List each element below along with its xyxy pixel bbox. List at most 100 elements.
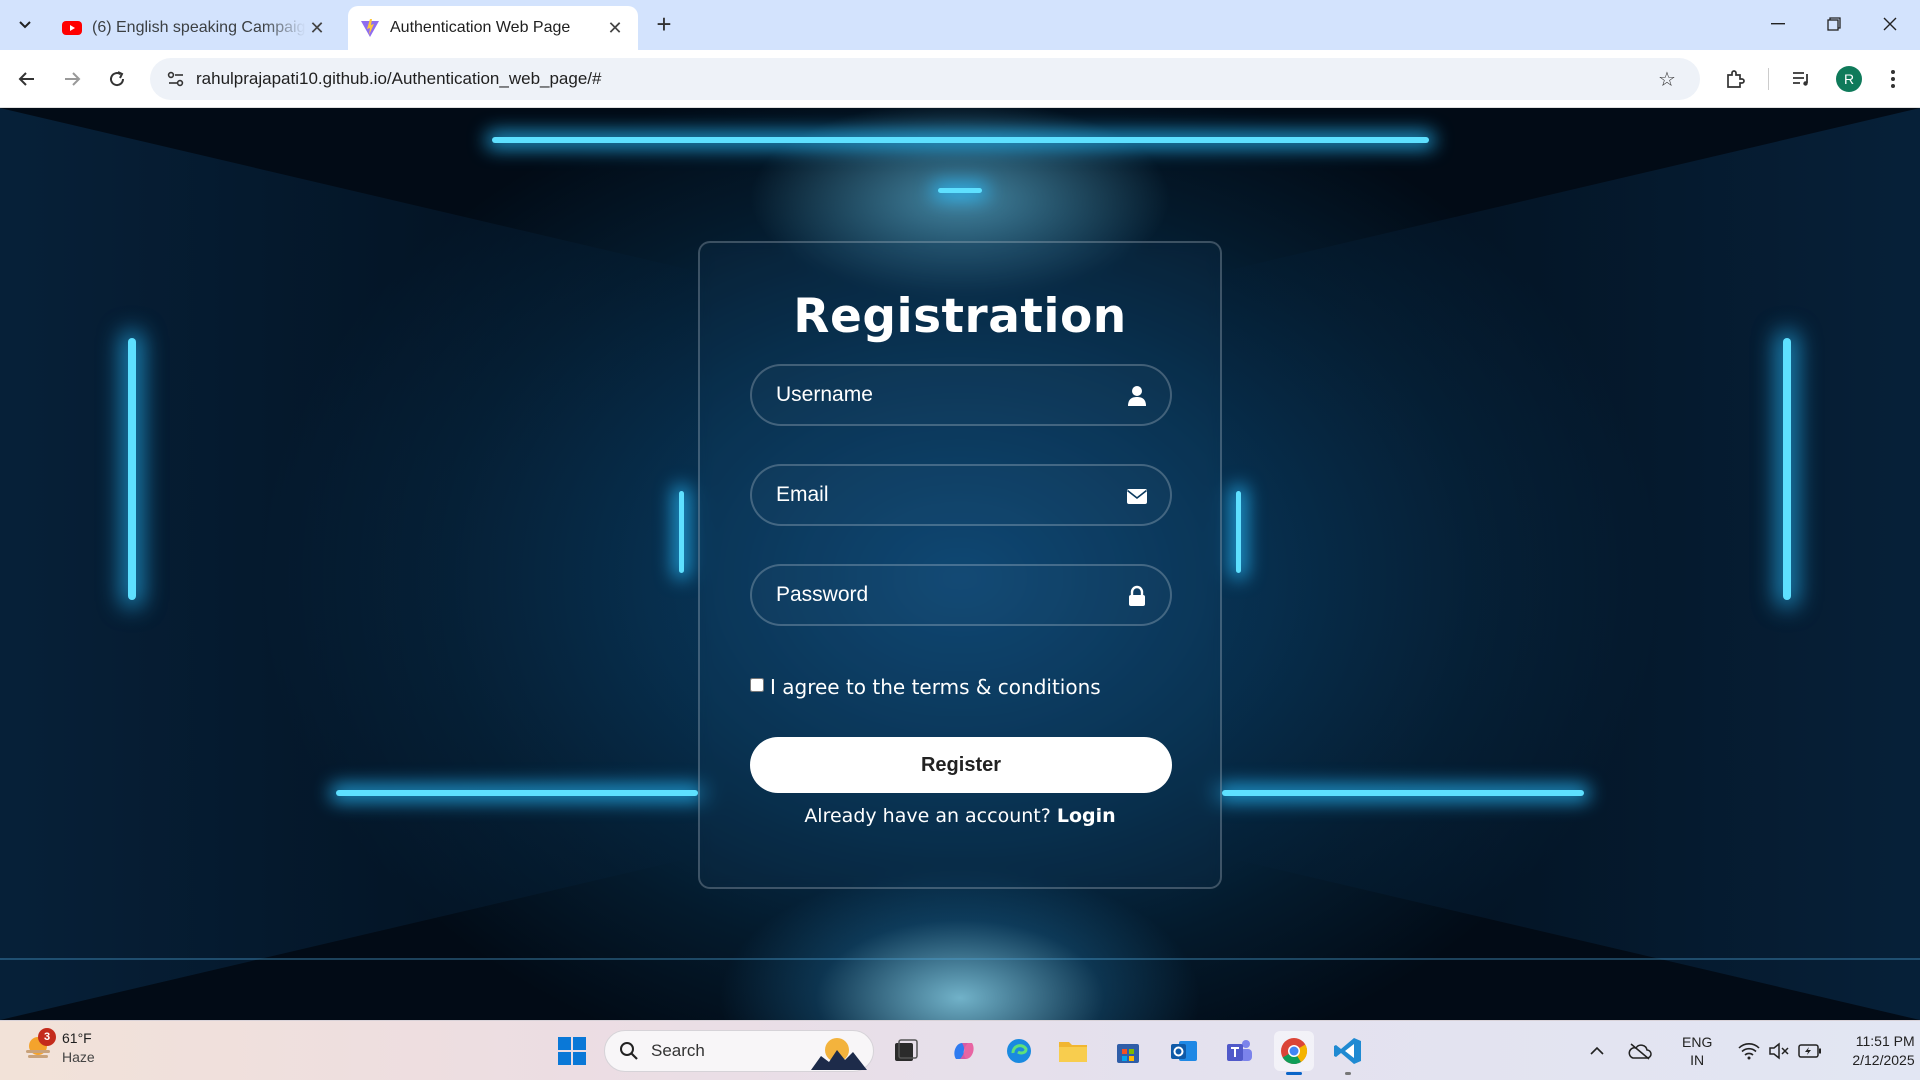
store-button[interactable]: [1108, 1031, 1148, 1071]
start-button[interactable]: [552, 1031, 592, 1071]
extensions-button[interactable]: [1718, 62, 1752, 96]
minimize-button[interactable]: [1750, 0, 1806, 48]
left-wall-light: [128, 338, 136, 600]
password-input[interactable]: [752, 566, 1170, 624]
url-text: rahulprajapati10.github.io/Authenticatio…: [196, 69, 602, 88]
bookmark-star-icon[interactable]: ☆: [1654, 66, 1680, 92]
forward-button[interactable]: [55, 62, 89, 96]
weather-haze-icon: 3: [22, 1028, 56, 1064]
close-icon[interactable]: ✕: [604, 17, 626, 39]
clock[interactable]: 11:51 PM 2/12/2025: [1852, 1032, 1914, 1070]
file-explorer-button[interactable]: [1053, 1031, 1093, 1071]
close-icon[interactable]: ✕: [306, 17, 328, 39]
copilot-button[interactable]: [944, 1031, 984, 1071]
registration-card: Registration I agree to the terms & cond…: [698, 241, 1222, 889]
corridor-left-wall: [0, 108, 700, 1020]
restore-icon: [1827, 17, 1841, 31]
copilot-icon: [954, 1043, 974, 1059]
weather-temp: 61°F: [62, 1030, 92, 1046]
login-prompt-row: Already have an account? Login: [700, 805, 1220, 827]
puzzle-icon: [1727, 70, 1745, 88]
onedrive-offline-icon[interactable]: [1628, 1042, 1652, 1060]
youtube-icon: [62, 18, 82, 38]
language-code: ENG: [1682, 1034, 1713, 1050]
reload-button[interactable]: [100, 62, 134, 96]
more-vertical-icon: [1891, 70, 1895, 88]
weather-desc: Haze: [62, 1049, 95, 1065]
username-field: [750, 364, 1172, 426]
chrome-icon: [1281, 1038, 1308, 1065]
tab-title: (6) English speaking Campaigning: [92, 19, 306, 36]
floor-seam: [0, 958, 1920, 960]
system-tray: ENG IN 11:51 PM 2/12/2025: [1590, 1021, 1915, 1080]
task-view-icon: [895, 1039, 918, 1061]
username-input[interactable]: [752, 366, 1170, 424]
task-view-button[interactable]: [886, 1031, 926, 1071]
tab-search-button[interactable]: [8, 8, 42, 42]
password-field: [750, 564, 1172, 626]
minimize-icon: [1771, 23, 1785, 25]
back-button[interactable]: [10, 62, 44, 96]
chevron-down-icon: [19, 21, 31, 29]
weather-badge: 3: [38, 1028, 56, 1046]
terms-label: I agree to the terms & conditions: [770, 675, 1101, 699]
volume-muted-icon[interactable]: [1768, 1042, 1790, 1060]
chevron-up-icon[interactable]: [1590, 1046, 1604, 1056]
outlook-icon: [1171, 1041, 1197, 1061]
vite-icon: [360, 18, 380, 38]
windows-logo-icon: [558, 1037, 586, 1065]
running-app-indicator: [1345, 1072, 1351, 1075]
register-button[interactable]: Register: [750, 737, 1172, 793]
outlook-button[interactable]: [1164, 1031, 1204, 1071]
login-prompt-text: Already have an account?: [804, 805, 1051, 827]
reload-icon: [110, 71, 125, 87]
language-indicator[interactable]: ENG IN: [1682, 1033, 1712, 1069]
weather-widget[interactable]: 3 61°F Haze: [22, 1028, 95, 1067]
taskbar: 3 61°F Haze Search ENG IN 11:51 PM 2/12/…: [0, 1020, 1920, 1080]
tab-authentication[interactable]: Authentication Web Page ✕: [348, 6, 638, 50]
media-control-button[interactable]: [1785, 62, 1819, 96]
user-icon: [1128, 386, 1146, 406]
terms-row: I agree to the terms & conditions: [750, 675, 1101, 699]
address-bar[interactable]: rahulprajapati10.github.io/Authenticatio…: [150, 58, 1700, 100]
arrow-left-icon: [18, 72, 34, 86]
chrome-button[interactable]: [1274, 1031, 1314, 1075]
page-background: Registration I agree to the terms & cond…: [0, 108, 1920, 1020]
folder-icon: [1059, 1042, 1087, 1062]
browser-toolbar: rahulprajapati10.github.io/Authenticatio…: [0, 50, 1920, 108]
tab-youtube[interactable]: (6) English speaking Campaigning ✕: [50, 6, 340, 50]
edge-icon: [1007, 1039, 1031, 1063]
tab-title: Authentication Web Page: [390, 19, 571, 36]
right-wall-light: [1783, 338, 1791, 600]
email-field: [750, 464, 1172, 526]
taskbar-search[interactable]: Search: [604, 1030, 874, 1072]
close-icon: [1883, 17, 1897, 31]
vscode-icon: [1334, 1038, 1361, 1064]
floor-light-right: [1222, 790, 1584, 796]
active-app-indicator: [1286, 1072, 1302, 1075]
search-highlight-icon: [811, 1038, 867, 1070]
new-tab-button[interactable]: +: [650, 9, 678, 39]
restore-button[interactable]: [1806, 0, 1862, 48]
edge-button[interactable]: [999, 1031, 1039, 1071]
terms-checkbox[interactable]: [750, 678, 764, 692]
battery-charging-icon[interactable]: [1798, 1044, 1822, 1058]
media-queue-icon: [1793, 72, 1808, 86]
login-link[interactable]: Login: [1057, 805, 1116, 827]
form-title: Registration: [793, 289, 1127, 344]
menu-button[interactable]: [1876, 62, 1910, 96]
envelope-icon: [1127, 489, 1147, 504]
vscode-button[interactable]: [1328, 1031, 1368, 1075]
ceiling-light: [492, 137, 1429, 143]
floor-light-left: [336, 790, 698, 796]
profile-avatar[interactable]: R: [1836, 66, 1862, 92]
site-info-icon[interactable]: [156, 71, 196, 87]
close-window-button[interactable]: [1862, 0, 1918, 48]
teams-button[interactable]: [1219, 1031, 1259, 1071]
store-icon: [1117, 1044, 1139, 1063]
wifi-icon[interactable]: [1738, 1042, 1760, 1060]
email-input[interactable]: [752, 466, 1170, 524]
right-inner-light: [1236, 491, 1241, 573]
toolbar-divider: [1768, 68, 1769, 90]
browser-tabstrip: (6) English speaking Campaigning ✕ Authe…: [0, 0, 1920, 50]
